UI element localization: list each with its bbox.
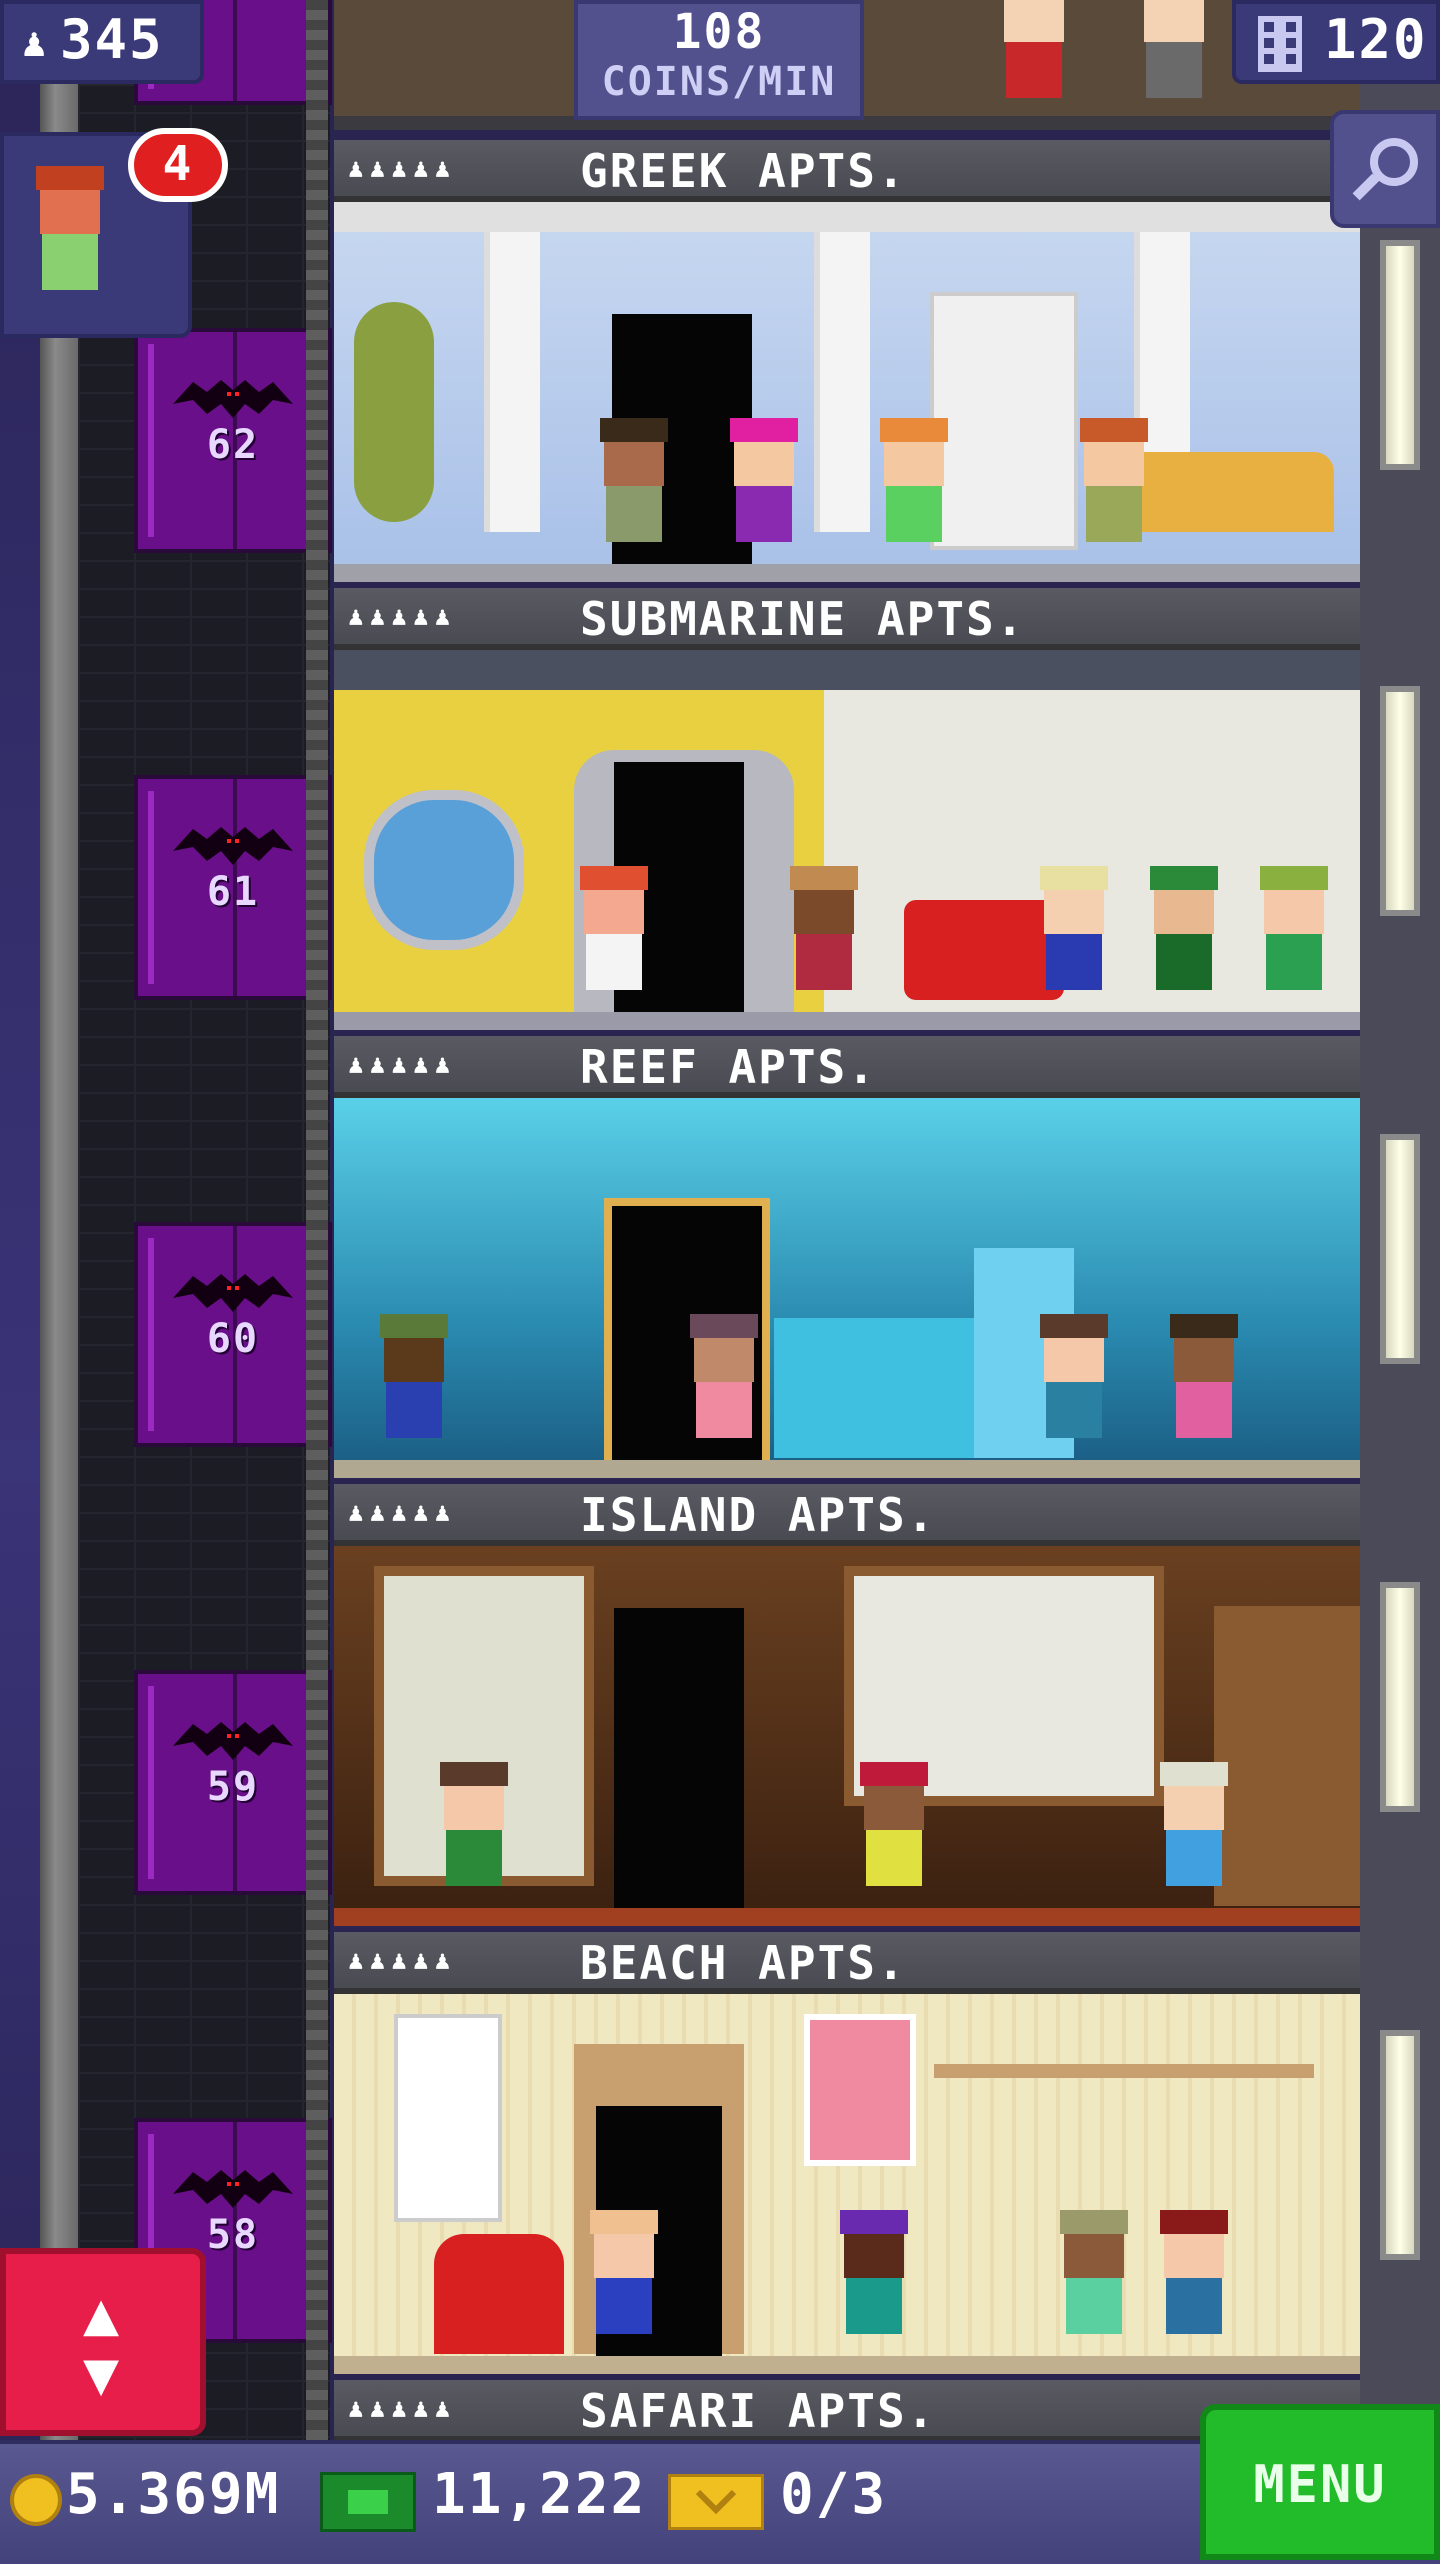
coin-icon <box>10 2474 62 2526</box>
elevator-door-59[interactable]: 59 <box>134 1670 332 1895</box>
coins-per-min-panel[interactable]: 108 COINS/MIN <box>574 0 864 120</box>
bat-icon <box>173 2170 293 2208</box>
resident[interactable] <box>834 2210 914 2356</box>
resident[interactable] <box>574 866 654 1012</box>
residents-icon: ♟♟♟♟♟ <box>348 1498 457 1528</box>
population-counter[interactable]: ♟ 345 <box>0 0 204 84</box>
resident[interactable] <box>434 1762 514 1908</box>
building-icon <box>1258 16 1302 72</box>
floor-count-value: 120 <box>1324 8 1428 71</box>
tickets-value: 0/3 <box>780 2462 888 2527</box>
floor-reef-apts[interactable]: ♟♟♟♟♟ REEF APTS. <box>334 1036 1360 1478</box>
apartment-door <box>614 1608 744 1908</box>
bux-icon <box>320 2472 416 2532</box>
menu-button[interactable]: MENU <box>1200 2404 1440 2560</box>
wall-window <box>1380 1134 1420 1364</box>
elevator-door-62[interactable]: 62 <box>134 328 332 553</box>
floor-label-bar: ♟♟♟♟♟ GREEK APTS. <box>334 140 1360 202</box>
room-interior[interactable] <box>334 1546 1360 1926</box>
resident[interactable] <box>1254 866 1334 1012</box>
notification-badge: 4 <box>128 128 228 202</box>
resident[interactable] <box>1154 1762 1234 1908</box>
elevator-floor-number: 61 <box>206 869 260 915</box>
resident[interactable] <box>684 1314 764 1460</box>
room-interior[interactable] <box>334 1994 1360 2374</box>
visitor-notification-button[interactable]: 4 <box>0 128 228 338</box>
elevator-rail <box>306 0 328 2440</box>
residents-icon: ♟♟♟♟♟ <box>348 1050 457 1080</box>
residents-icon: ♟♟♟♟♟ <box>348 154 457 184</box>
floor-label-bar: ♟♟♟♟♟ REEF APTS. <box>334 1036 1360 1098</box>
floor-beach-apts[interactable]: ♟♟♟♟♟ BEACH APTS. <box>334 1932 1360 2374</box>
population-value: 345 <box>60 8 164 71</box>
floor-label-bar: ♟♟♟♟♟ ISLAND APTS. <box>334 1484 1360 1546</box>
resident[interactable] <box>874 418 954 564</box>
floor-label-bar: ♟♟♟♟♟ BEACH APTS. <box>334 1932 1360 1994</box>
resident[interactable] <box>1034 866 1114 1012</box>
up-down-arrows-icon: ▲ ▼ <box>82 2279 120 2409</box>
floor-name: BEACH APTS. <box>580 1936 907 1990</box>
coins-value: 5.369M <box>66 2462 281 2527</box>
visitor-avatar <box>30 166 110 312</box>
floor-submarine-apts[interactable]: ♟♟♟♟♟ SUBMARINE APTS. <box>334 588 1360 1030</box>
room-interior[interactable] <box>334 1098 1360 1478</box>
room-interior[interactable] <box>334 650 1360 1030</box>
floor-island-apts[interactable]: ♟♟♟♟♟ ISLAND APTS. <box>334 1484 1360 1926</box>
elevator-button[interactable]: ▲ ▼ <box>0 2248 206 2436</box>
resident[interactable] <box>1154 2210 1234 2356</box>
elevator-floor-number: 62 <box>206 422 260 468</box>
elevator-floor-number: 58 <box>206 2212 260 2258</box>
resident[interactable] <box>374 1314 454 1460</box>
coins-per-min-unit: COINS/MIN <box>601 59 837 105</box>
elevator-door-60[interactable]: 60 <box>134 1222 332 1447</box>
wall-window <box>1380 240 1420 470</box>
floor-greek-apts[interactable]: ♟♟♟♟♟ GREEK APTS. <box>334 140 1360 582</box>
resident[interactable] <box>594 418 674 564</box>
residents-icon: ♟♟♟♟♟ <box>348 2394 457 2424</box>
search-button[interactable] <box>1330 110 1440 228</box>
resident[interactable] <box>1054 2210 1134 2356</box>
resident[interactable] <box>584 2210 664 2356</box>
floor-name: GREEK APTS. <box>580 144 907 198</box>
golden-ticket-icon <box>668 2474 764 2530</box>
sky-background <box>0 0 40 2440</box>
floor-counter[interactable]: 120 <box>1232 0 1440 84</box>
person-icon: ♟ <box>22 20 49 66</box>
wall-window <box>1380 686 1420 916</box>
residents-icon: ♟♟♟♟♟ <box>348 602 457 632</box>
bat-icon <box>173 1274 293 1312</box>
elevator-shaft[interactable]: 62 61 60 59 58 <box>78 0 332 2440</box>
coins-per-min-value: 108 <box>672 4 766 60</box>
resident[interactable] <box>1034 1314 1114 1460</box>
resident[interactable] <box>784 866 864 1012</box>
resident[interactable] <box>994 0 1074 120</box>
floor-name: SUBMARINE APTS. <box>580 592 1026 646</box>
floor-name: SAFARI APTS. <box>580 2384 937 2438</box>
resident[interactable] <box>1074 418 1154 564</box>
wall-window <box>1380 2030 1420 2260</box>
bat-icon <box>173 1722 293 1760</box>
room-interior[interactable] <box>334 202 1360 582</box>
elevator-floor-number: 60 <box>206 1316 260 1362</box>
magnifier-icon <box>1352 138 1418 201</box>
tower-pole <box>40 0 78 2440</box>
bat-icon <box>173 827 293 865</box>
resident[interactable] <box>1144 866 1224 1012</box>
floor-name: ISLAND APTS. <box>580 1488 937 1542</box>
residents-icon: ♟♟♟♟♟ <box>348 1946 457 1976</box>
resident[interactable] <box>854 1762 934 1908</box>
elevator-floor-number: 59 <box>206 1764 260 1810</box>
bux-value: 11,222 <box>432 2462 647 2527</box>
wall-window <box>1380 1582 1420 1812</box>
elevator-door-61[interactable]: 61 <box>134 775 332 1000</box>
floor-name: REEF APTS. <box>580 1040 877 1094</box>
resident[interactable] <box>724 418 804 564</box>
floor-label-bar: ♟♟♟♟♟ SUBMARINE APTS. <box>334 588 1360 650</box>
resident[interactable] <box>1164 1314 1244 1460</box>
bat-icon <box>173 380 293 418</box>
resident[interactable] <box>1134 0 1214 120</box>
